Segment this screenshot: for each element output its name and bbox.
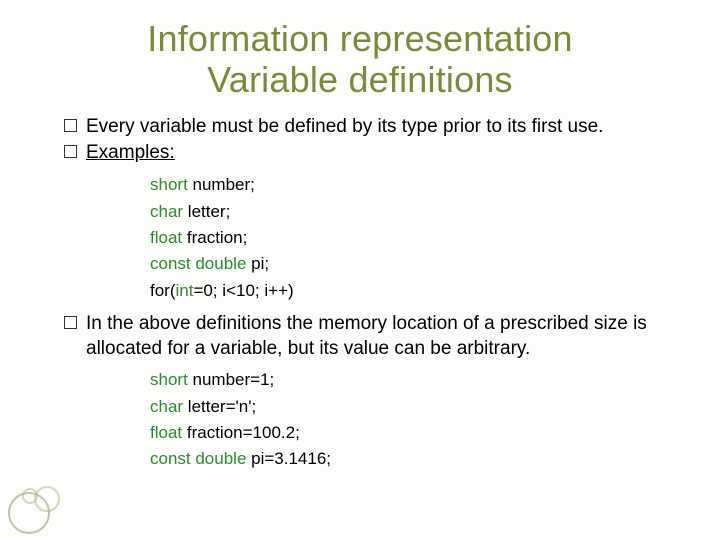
keyword: const double — [150, 449, 246, 468]
code-line: short number=1; — [150, 367, 680, 393]
keyword: char — [150, 397, 183, 416]
bullet-1-text: Every variable must be defined by its ty… — [86, 116, 603, 137]
code-text: pi=3.1416; — [246, 449, 331, 468]
keyword: float — [150, 228, 182, 247]
code-text: pi; — [246, 254, 269, 273]
code-line: short number; — [150, 172, 680, 198]
bullet-box-icon — [64, 145, 77, 158]
bullet-box-icon — [64, 119, 77, 132]
code-block-2: short number=1; char letter='n'; float f… — [150, 367, 680, 472]
keyword: const double — [150, 254, 246, 273]
keyword: short — [150, 370, 188, 389]
code-text: fraction=100.2; — [182, 423, 300, 442]
bullet-1: Every variable must be defined by its ty… — [64, 115, 680, 140]
bullet-box-icon — [64, 316, 77, 329]
code-line: char letter; — [150, 199, 680, 225]
slide-title: Information representation Variable defi… — [40, 18, 680, 101]
code-text: fraction; — [182, 228, 247, 247]
code-line: float fraction=100.2; — [150, 420, 680, 446]
bullet-list: Every variable must be defined by its ty… — [64, 115, 680, 473]
title-line-2: Variable definitions — [207, 59, 513, 100]
bullet-3-text: In the above definitions the memory loca… — [86, 313, 647, 359]
code-line: const double pi=3.1416; — [150, 446, 680, 472]
code-line: float fraction; — [150, 225, 680, 251]
bullet-2-text: Examples: — [86, 142, 175, 163]
code-line: for(int=0; i<10; i++) — [150, 278, 680, 304]
code-text: number=1; — [188, 370, 274, 389]
code-line: const double pi; — [150, 251, 680, 277]
code-text: for( — [150, 281, 176, 300]
bullet-2: Examples: — [64, 141, 680, 166]
keyword: char — [150, 202, 183, 221]
slide: Information representation Variable defi… — [0, 0, 720, 540]
code-block-1: short number; char letter; float fractio… — [150, 172, 680, 304]
code-line: char letter='n'; — [150, 394, 680, 420]
circle-icon — [22, 488, 38, 504]
code-text: letter='n'; — [183, 397, 256, 416]
code-text: letter; — [183, 202, 230, 221]
code-text: number; — [188, 175, 255, 194]
title-line-1: Information representation — [147, 18, 572, 59]
bullet-3: In the above definitions the memory loca… — [64, 312, 680, 361]
circle-icon — [34, 486, 60, 512]
corner-decoration — [8, 478, 64, 534]
keyword: float — [150, 423, 182, 442]
code-text: =0; i<10; i++) — [193, 281, 293, 300]
keyword: short — [150, 175, 188, 194]
keyword: int — [176, 281, 194, 300]
